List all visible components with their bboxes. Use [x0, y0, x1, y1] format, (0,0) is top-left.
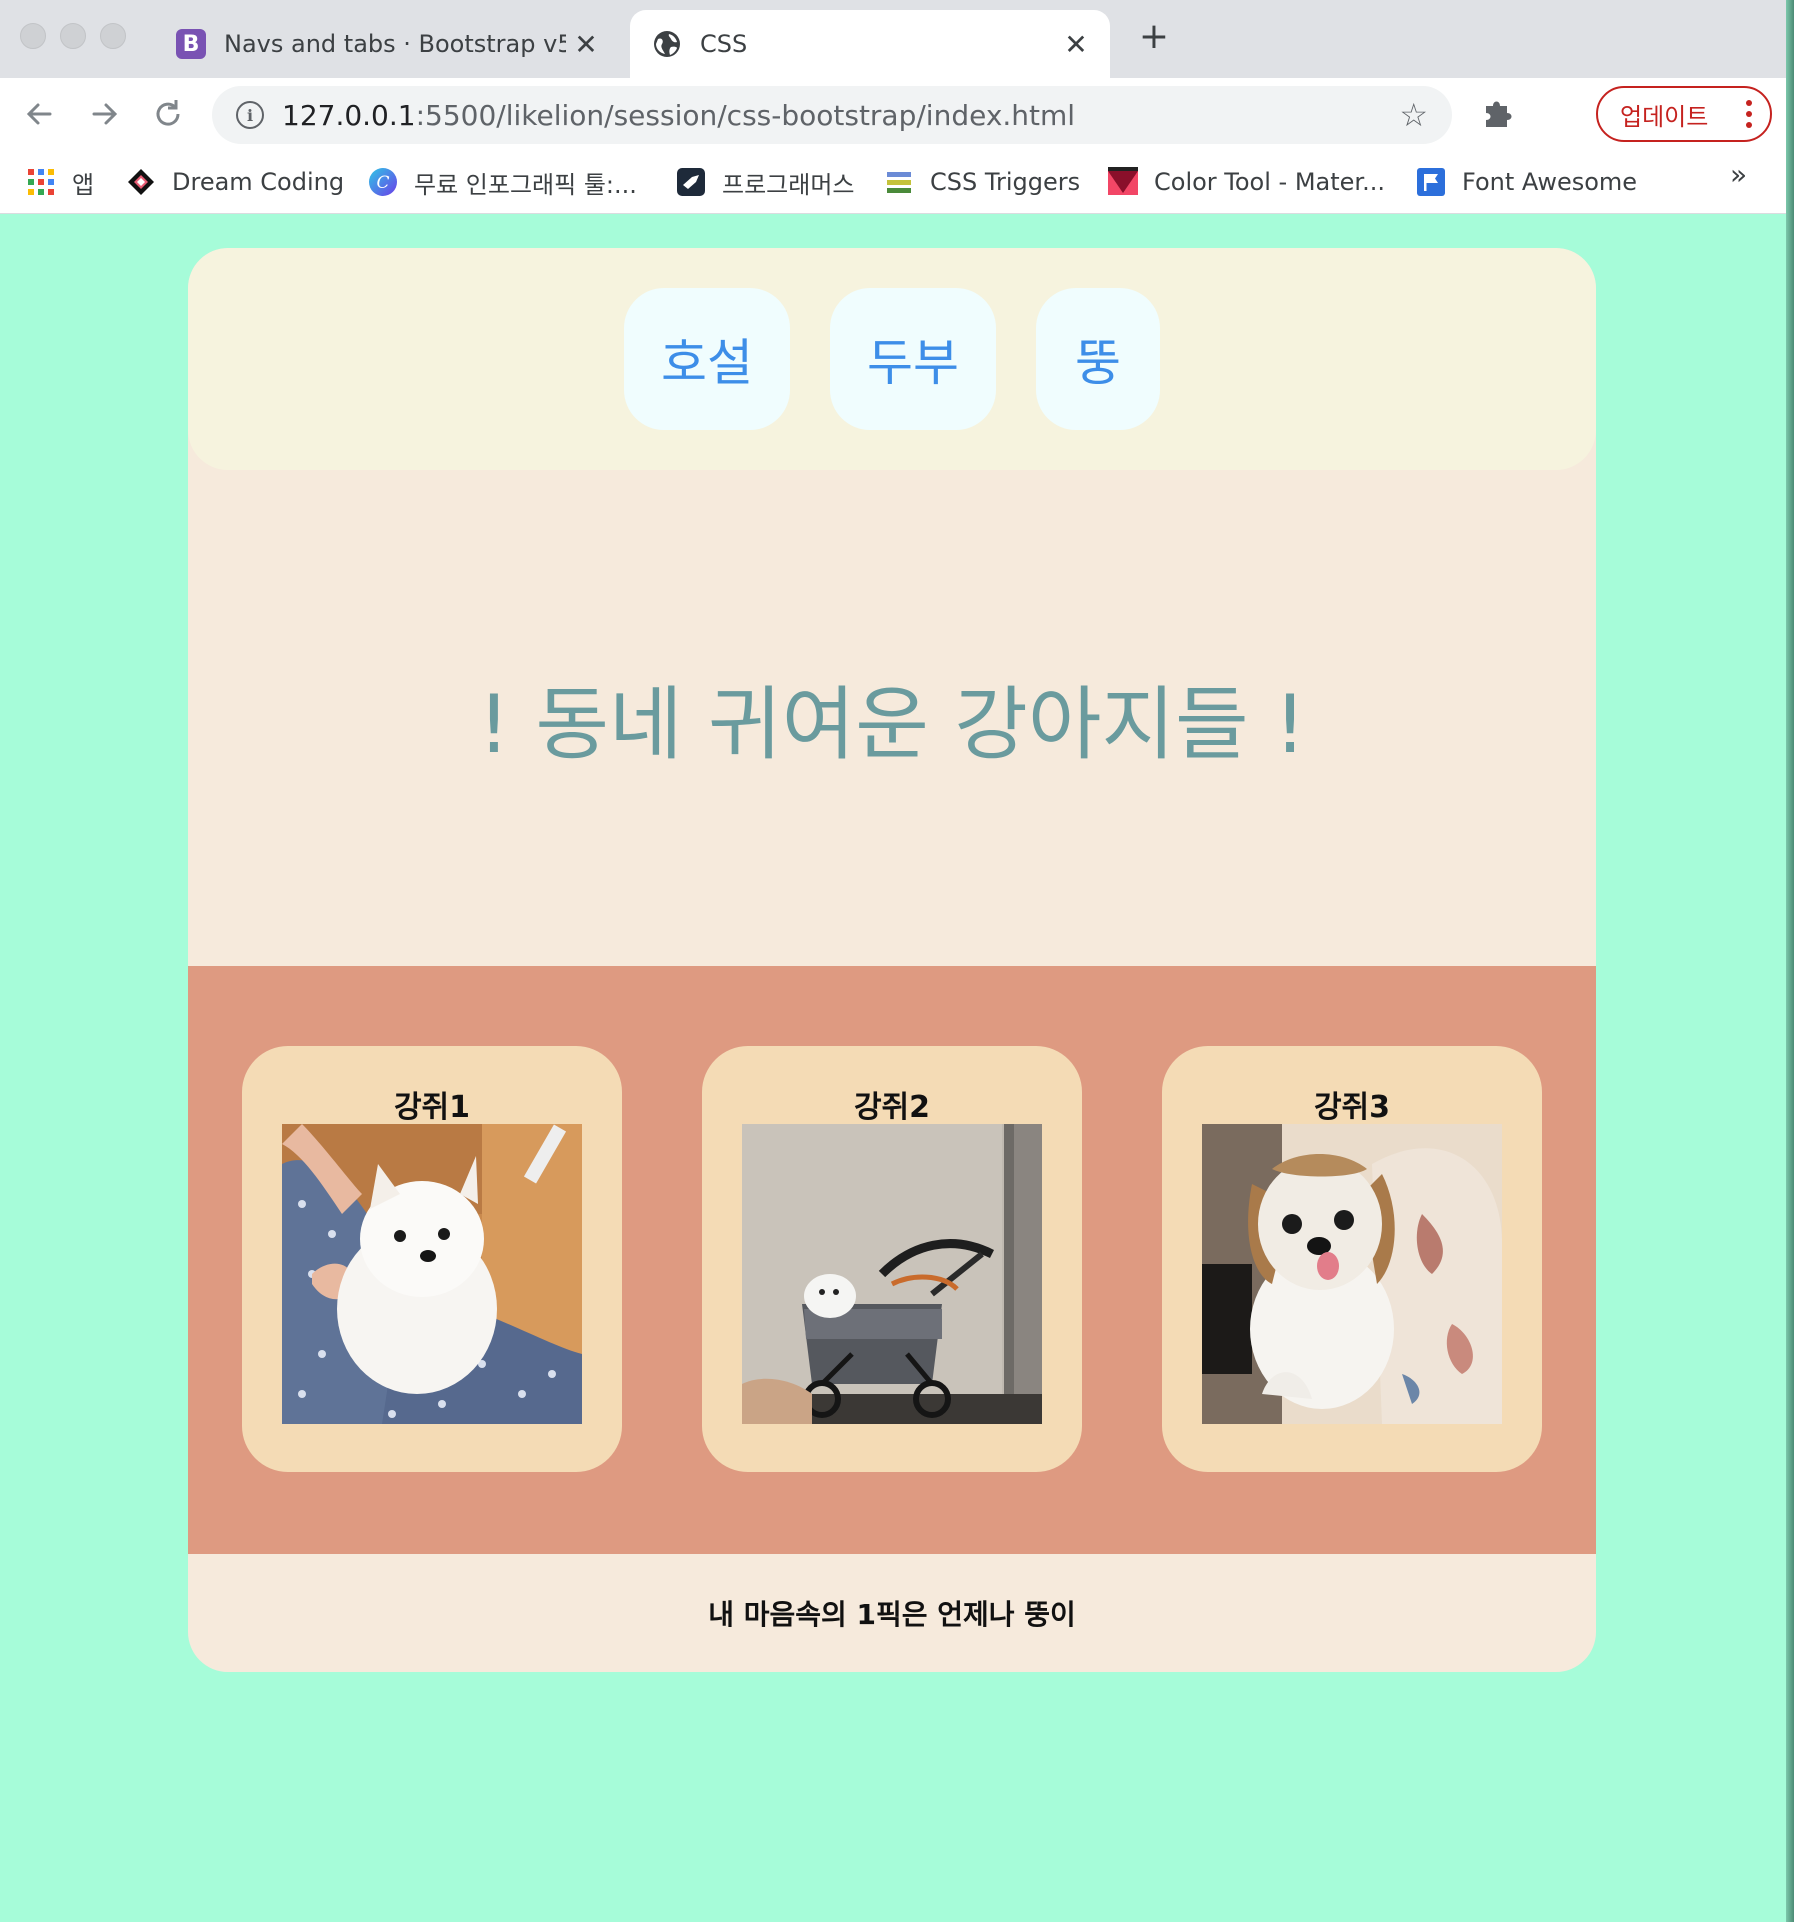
new-tab-button[interactable]: +	[1136, 19, 1172, 56]
dog-card-3: 강쥐3	[1162, 1046, 1542, 1472]
dog-card-1: 강쥐1	[242, 1046, 622, 1472]
page-card: 호설 두부 뚱 ! 동네 귀여운 강아지들 ! 강쥐1 강쥐2 강쥐3 내 마음…	[188, 248, 1596, 1672]
dog-card-2: 강쥐2	[702, 1046, 1082, 1472]
tab-css[interactable]: CSS ✕	[630, 10, 1110, 78]
tab-title: Navs and tabs · Bootstrap v5.0	[224, 30, 566, 58]
bookmark-css-triggers[interactable]: CSS Triggers	[884, 164, 1080, 200]
bookmark-label: 무료 인포그래픽 툴:...	[414, 170, 637, 199]
forward-arrow-icon[interactable]	[84, 94, 124, 134]
window-zoom-control[interactable]	[100, 23, 126, 49]
shih-tzu-photo	[1202, 1124, 1502, 1424]
bookmark-star-icon[interactable]: ☆	[1399, 96, 1428, 134]
bookmark-canva[interactable]: C 무료 인포그래픽 툴:...	[368, 164, 637, 200]
more-bookmarks-chevron-icon[interactable]: »	[1730, 158, 1747, 191]
dog-in-stroller-photo	[742, 1124, 1042, 1424]
close-tab-icon[interactable]: ✕	[566, 28, 606, 61]
globe-icon	[652, 29, 682, 59]
update-button[interactable]: 업데이트	[1596, 86, 1772, 142]
url-text: 127.0.0.1:5500/likelion/session/css-boot…	[282, 98, 1076, 132]
white-pomeranian-photo	[282, 1124, 582, 1424]
programmers-icon	[676, 167, 706, 197]
nav-item-hoseol[interactable]: 호설	[624, 288, 790, 430]
browser-toolbar: i 127.0.0.1:5500/likelion/session/css-bo…	[0, 78, 1794, 150]
apps-grid-icon	[26, 167, 56, 197]
back-arrow-icon[interactable]	[20, 94, 60, 134]
window-minimize-control[interactable]	[60, 23, 86, 49]
material-color-icon	[1108, 167, 1138, 197]
bookmark-label: Dream Coding	[172, 168, 345, 196]
bookmark-font-awesome[interactable]: Font Awesome	[1416, 164, 1637, 200]
bookmark-dream-coding[interactable]: Dream Coding	[126, 164, 344, 200]
close-tab-icon[interactable]: ✕	[1056, 28, 1096, 61]
reload-icon[interactable]	[148, 94, 188, 134]
window-close-control[interactable]	[20, 23, 46, 49]
bookmark-label: 앱	[72, 170, 95, 199]
bootstrap-icon: B	[176, 29, 206, 59]
dream-coding-icon	[126, 167, 156, 197]
bookmark-label: CSS Triggers	[930, 168, 1081, 196]
bookmark-apps[interactable]: 앱	[26, 164, 94, 200]
nav-bar: 호설 두부 뚱	[188, 248, 1596, 470]
browser-tab-strip: B Navs and tabs · Bootstrap v5.0 ✕ CSS ✕…	[0, 0, 1794, 78]
font-awesome-flag-icon	[1416, 167, 1446, 197]
canva-icon: C	[368, 167, 398, 197]
extensions-puzzle-icon[interactable]	[1478, 94, 1518, 134]
bookmark-material-color-tool[interactable]: Color Tool - Mater...	[1108, 164, 1385, 200]
tab-title: CSS	[700, 30, 748, 58]
bookmark-label: Font Awesome	[1462, 168, 1638, 196]
tab-bootstrap-navs[interactable]: B Navs and tabs · Bootstrap v5.0 ✕	[160, 10, 620, 78]
update-label: 업데이트	[1620, 102, 1709, 131]
dog-card-label: 강쥐1	[393, 1090, 471, 1125]
window-edge	[1786, 0, 1794, 1922]
dog-gallery: 강쥐1 강쥐2 강쥐3	[188, 966, 1596, 1554]
dog-card-label: 강쥐2	[853, 1090, 931, 1125]
footer-text: 내 마음속의 1픽은 언제나 뚱이	[708, 1598, 1076, 1631]
menu-dots-icon	[1746, 100, 1752, 128]
address-bar[interactable]: i 127.0.0.1:5500/likelion/session/css-bo…	[212, 86, 1452, 144]
nav-item-ttung[interactable]: 뚱	[1036, 288, 1160, 430]
svg-text:C: C	[376, 173, 389, 193]
site-info-icon[interactable]: i	[236, 101, 264, 129]
hero-title: ! 동네 귀여운 강아지들 !	[477, 678, 1307, 771]
bookmark-label: 프로그래머스	[722, 170, 855, 199]
dog-card-label: 강쥐3	[1313, 1090, 1391, 1125]
bookmarks-bar: 앱 Dream Coding C 무료 인포그래픽 툴:... 프로그래머스 C…	[0, 150, 1794, 214]
css-triggers-icon	[884, 167, 914, 197]
bookmark-label: Color Tool - Mater...	[1154, 168, 1385, 196]
nav-item-dubu[interactable]: 두부	[830, 288, 996, 430]
bookmark-programmers[interactable]: 프로그래머스	[676, 164, 854, 200]
